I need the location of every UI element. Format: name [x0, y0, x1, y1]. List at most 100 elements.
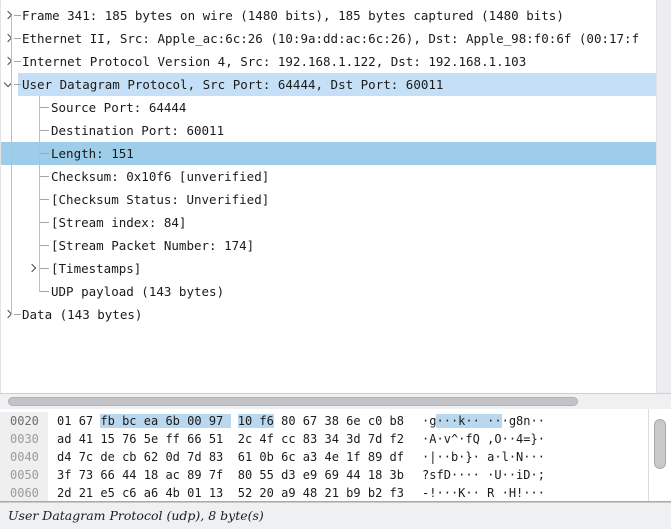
hex-byte[interactable]: 4f [259, 432, 273, 446]
hex-ascii-char[interactable]: · [531, 414, 538, 428]
hex-ascii-char[interactable]: · [465, 414, 472, 428]
hex-byte[interactable]: 55 [259, 468, 273, 482]
hex-byte[interactable]: 52 [238, 486, 252, 500]
hex-byte[interactable]: a9 [281, 486, 295, 500]
hex-byte[interactable]: 01 [57, 414, 71, 428]
hex-byte[interactable]: 6e [346, 414, 360, 428]
hex-ascii-char[interactable]: g [509, 414, 516, 428]
hex-ascii-char[interactable]: v [444, 432, 451, 446]
chevron-right-icon[interactable] [4, 11, 12, 19]
hex-ascii-char[interactable]: D [444, 468, 451, 482]
hex-byte[interactable]: 62 [144, 450, 158, 464]
hex-ascii-char[interactable]: · [538, 432, 545, 446]
tree-row-udp-checksum[interactable]: Checksum: 0x10f6 [unverified] [1, 165, 656, 188]
hex-byte[interactable]: 7d [368, 432, 382, 446]
tree-row-udp-length[interactable]: Length: 151 [1, 142, 656, 165]
hex-ascii-char[interactable]: · [509, 468, 516, 482]
hex-byte[interactable]: d4 [57, 450, 71, 464]
hex-byte[interactable]: 01 [187, 486, 201, 500]
hex-byte[interactable]: a3 [303, 450, 317, 464]
hex-byte[interactable]: ac [165, 468, 179, 482]
hex-byte[interactable]: df [390, 450, 404, 464]
hex-byte[interactable]: e9 [303, 468, 317, 482]
hex-ascii-char[interactable]: H [509, 486, 516, 500]
hex-row[interactable]: 002001 67 fb bc ea 6b 00 97 10 f6 80 67 … [0, 412, 671, 430]
hex-row[interactable]: 00503f 73 66 44 18 ac 89 7f 80 55 d3 e9 … [0, 466, 671, 484]
hex-ascii-char[interactable]: · [502, 486, 509, 500]
tree-row-frame[interactable]: Frame 341: 185 bytes on wire (1480 bits)… [1, 4, 656, 27]
chevron-right-icon[interactable] [4, 57, 12, 65]
tree-row-ip[interactable]: Internet Protocol Version 4, Src: 192.16… [1, 50, 656, 73]
packet-details-pane[interactable]: Frame 341: 185 bytes on wire (1480 bits)… [0, 0, 671, 393]
hex-byte[interactable]: ff [165, 432, 179, 446]
hex-ascii-char[interactable]: · [523, 450, 530, 464]
hex-byte[interactable]: 20 [259, 486, 273, 500]
hex-byte[interactable]: 44 [122, 468, 136, 482]
hex-byte[interactable]: 2d [57, 486, 71, 500]
hex-ascii-char[interactable]: · [502, 432, 509, 446]
hex-byte[interactable]: 18 [368, 468, 382, 482]
hex-byte[interactable]: b2 [368, 486, 382, 500]
tree-horizontal-scrollbar[interactable] [0, 393, 671, 409]
hex-byte[interactable]: 3b [390, 468, 404, 482]
hex-byte[interactable]: 83 [303, 432, 317, 446]
hex-byte[interactable]: e5 [100, 486, 114, 500]
hex-byte[interactable]: ad [57, 432, 71, 446]
hex-ascii-char[interactable]: · [502, 468, 509, 482]
tree-row-udp-stream-index[interactable]: [Stream index: 84] [1, 211, 656, 234]
hex-byte[interactable]: bc [122, 414, 136, 428]
chevron-right-icon[interactable] [28, 264, 36, 272]
hex-ascii-char[interactable]: ; [538, 468, 545, 482]
hex-ascii-char[interactable]: · [444, 450, 451, 464]
hex-ascii-char[interactable]: U [494, 468, 501, 482]
hex-ascii-char[interactable]: · [436, 486, 443, 500]
hex-byte[interactable]: 34 [324, 432, 338, 446]
chevron-down-icon[interactable] [4, 79, 12, 87]
packet-bytes-pane[interactable]: 002001 67 fb bc ea 6b 00 97 10 f6 80 67 … [0, 409, 671, 502]
hex-byte[interactable]: 0b [259, 450, 273, 464]
hex-ascii-char[interactable]: · [494, 414, 501, 428]
tree-row-udp-destination-port[interactable]: Destination Port: 60011 [1, 119, 656, 142]
hex-byte[interactable]: 3f [57, 468, 71, 482]
tree-row-udp-timestamps[interactable]: [Timestamps] [1, 257, 656, 280]
hex-byte[interactable]: 2c [238, 432, 252, 446]
hex-byte[interactable]: 13 [209, 486, 223, 500]
hex-byte[interactable]: 80 [238, 468, 252, 482]
hex-ascii-char[interactable]: · [509, 450, 516, 464]
hex-byte[interactable]: 89 [187, 468, 201, 482]
tree-row-data[interactable]: Data (143 bytes) [1, 303, 656, 326]
chevron-right-icon[interactable] [4, 34, 12, 42]
hex-byte[interactable]: 61 [238, 450, 252, 464]
hex-ascii-char[interactable]: · [494, 450, 501, 464]
hex-byte[interactable]: f2 [390, 432, 404, 446]
hex-byte[interactable]: 0d [165, 450, 179, 464]
tree-vertical-scrollbar-track[interactable] [656, 0, 671, 393]
hex-ascii-char[interactable]: · [465, 468, 472, 482]
hex-ascii-char[interactable]: n [523, 414, 530, 428]
hex-ascii-char[interactable]: · [473, 486, 480, 500]
hex-byte[interactable]: 67 [79, 414, 93, 428]
hex-byte[interactable]: 97 [209, 414, 223, 428]
hex-ascii-char[interactable]: · [473, 450, 480, 464]
hex-byte[interactable]: 83 [209, 450, 223, 464]
hex-byte[interactable]: 18 [144, 468, 158, 482]
hex-ascii-char[interactable]: · [531, 486, 538, 500]
hex-byte[interactable]: 4b [165, 486, 179, 500]
hex-ascii-char[interactable]: · [436, 414, 443, 428]
tree-row-udp[interactable]: User Datagram Protocol, Src Port: 64444,… [1, 73, 656, 96]
hex-ascii-char[interactable]: · [444, 486, 451, 500]
hex-byte[interactable]: c6 [122, 486, 136, 500]
hex-vertical-scrollbar-thumb[interactable] [654, 419, 666, 469]
hex-byte[interactable]: 7f [209, 468, 223, 482]
hex-byte[interactable]: 15 [100, 432, 114, 446]
hex-byte[interactable]: cb [122, 450, 136, 464]
hex-byte[interactable]: b9 [346, 486, 360, 500]
tree-row-udp-payload[interactable]: UDP payload (143 bytes) [1, 280, 656, 303]
hex-ascii-char[interactable]: · [538, 414, 545, 428]
hex-row[interactable]: 0030ad 41 15 76 5e ff 66 51 2c 4f cc 83 … [0, 430, 671, 448]
hex-ascii-char[interactable]: f [436, 468, 443, 482]
hex-byte[interactable]: 6b [165, 414, 179, 428]
hex-byte[interactable]: 21 [324, 486, 338, 500]
tree-row-ethernet[interactable]: Ethernet II, Src: Apple_ac:6c:26 (10:9a:… [1, 27, 656, 50]
hex-ascii-char[interactable]: · [509, 432, 516, 446]
